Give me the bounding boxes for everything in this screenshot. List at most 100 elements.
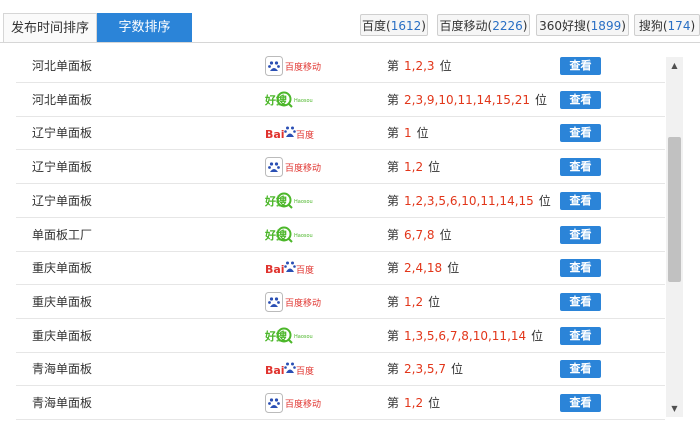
rank-suffix: 位 [439,59,452,73]
rank-suffix: 位 [451,362,464,377]
tab-publish-time-sort[interactable]: 发布时间排序 [3,13,97,42]
view-button[interactable]: 查看 [560,158,601,177]
rank-prefix: 第 [387,261,400,276]
rank-suffix: 位 [416,126,429,141]
engine-tab-baidu[interactable]: 百度(1612) [360,14,428,36]
rank-prefix: 第 [387,59,400,73]
rank-prefix: 第 [387,294,400,309]
keyword-label: 河北单面板 [32,92,93,107]
sort-tab-bar: 发布时间排序 字数排序 百度(1612) 百度移动(2226) 360好搜(18… [0,0,700,43]
rank-positions: 1,2,3,5,6,10,11,14,15 [404,193,534,208]
view-button[interactable]: 查看 [560,225,601,244]
rank-prefix: 第 [387,227,400,242]
baidu-logo-du: 百度 [296,365,314,377]
rank-text: 第 2,4,18 位 [387,251,459,285]
rank-suffix: 位 [534,92,547,107]
haosou-logo-subtext: Haosou [294,98,313,104]
engine-tab-baidu-mobile[interactable]: 百度移动(2226) [437,14,530,36]
baidu-logo-icon: Bai 百度 [265,126,314,141]
view-button[interactable]: 查看 [560,124,601,143]
table-row: 河北单面板 百度移动 第 1,2,3 位 查看 [16,49,665,83]
rank-positions: 1,2 [404,396,424,410]
baidu-mobile-logo-icon: 百度移动 [265,56,321,76]
haosou-logo-icon: 好搜 Haosou [265,192,313,209]
table-row: 重庆单面板 好搜 Haosou 第 1,3,5,6,7,8,10,11,14 位 查看 [16,319,665,353]
keyword-label: 辽宁单面板 [32,160,93,175]
keyword-label: 辽宁单面板 [32,193,93,208]
table-row: 重庆单面板 百度移动 第 1,2 位 查看 [16,285,665,319]
baidu-mobile-logo-text: 百度移动 [285,162,321,174]
rank-text: 第 1,2,3,5,6,10,11,14,15 位 [387,184,551,218]
rank-positions: 1,2 [404,160,424,175]
rank-text: 第 1,3,5,6,7,8,10,11,14 位 [387,319,543,353]
tab-word-count-sort[interactable]: 字数排序 [97,13,192,42]
rank-suffix: 位 [428,160,441,175]
rank-positions: 2,3,5,7 [404,362,446,377]
view-button[interactable]: 查看 [560,394,601,412]
haosou-logo-icon: 好搜 Haosou [265,226,313,243]
rank-text: 第 1,2 位 [387,386,440,420]
rank-suffix: 位 [447,261,460,276]
haosou-logo-subtext: Haosou [294,334,313,340]
rank-prefix: 第 [387,328,400,343]
view-button[interactable]: 查看 [560,57,601,75]
rank-prefix: 第 [387,126,400,141]
view-button[interactable]: 查看 [560,90,601,109]
table-row: 青海单面板 百度移动 第 1,2 位 查看 [16,386,665,420]
baidu-mobile-logo-text: 百度移动 [285,398,321,410]
rank-suffix: 位 [538,193,551,208]
rank-suffix: 位 [531,328,544,343]
engine-tab-360-haosou[interactable]: 360好搜(1899) [536,14,629,36]
rank-positions: 2,3,9,10,11,14,15,21 [404,92,530,107]
baidu-logo-bai: Bai [265,364,285,377]
rank-text: 第 1,2,3 位 [387,49,452,83]
rank-suffix: 位 [428,396,441,410]
engine-label: 百度 [362,19,387,33]
engine-count: 1899 [590,19,622,33]
rank-positions: 1,3,5,6,7,8,10,11,14 [404,328,527,343]
table-row: 青海单面板 Bai 百度 第 2,3,5,7 位 查看 [16,352,665,387]
engine-count: 174 [667,19,691,33]
haosou-logo-icon: 好搜 Haosou [265,91,313,108]
rank-prefix: 第 [387,160,400,175]
engine-count: 2226 [492,19,523,33]
baidu-mobile-logo-text: 百度移动 [285,297,321,309]
table-row: 河北单面板 好搜 Haosou 第 2,3,9,10,11,14,15,21 位查看 [16,83,665,117]
keyword-label: 青海单面板 [32,396,93,410]
rank-prefix: 第 [387,362,400,377]
keyword-label: 重庆单面板 [32,328,93,343]
keyword-label: 重庆单面板 [32,294,93,309]
view-button[interactable]: 查看 [560,360,601,379]
haosou-logo-subtext: Haosou [294,233,313,239]
keyword-label: 重庆单面板 [32,261,93,276]
rank-positions: 6,7,8 [404,227,435,242]
baidu-logo-icon: Bai 百度 [265,261,314,276]
baidu-mobile-logo-icon: 百度移动 [265,157,321,178]
engine-label: 360好搜 [539,19,586,33]
scrollbar-thumb[interactable] [668,137,681,282]
engine-label: 搜狗 [638,19,663,33]
rank-text: 第 6,7,8 位 [387,218,452,252]
rank-positions: 1 [404,126,412,141]
keyword-label: 辽宁单面板 [32,126,93,141]
haosou-logo-subtext: Haosou [294,199,313,205]
engine-tab-sogou[interactable]: 搜狗(174) [634,14,700,36]
scroll-up-arrow-icon[interactable]: ▲ [666,57,683,74]
scrollbar[interactable]: ▲ ▼ [666,57,683,417]
keyword-label: 单面板工厂 [32,227,93,242]
table-row: 辽宁单面板 Bai 百度 第 1 位 查看 [16,116,665,151]
table-row: 重庆单面板 Bai 百度 第 2,4,18 位 查看 [16,251,665,286]
baidu-mobile-logo-text: 百度移动 [285,61,321,73]
engine-label: 百度移动 [439,19,488,33]
rank-text: 第 1,2 位 [387,150,440,184]
view-button[interactable]: 查看 [560,326,601,345]
view-button[interactable]: 查看 [560,191,601,210]
baidu-logo-icon: Bai 百度 [265,362,314,377]
scroll-down-arrow-icon[interactable]: ▼ [666,400,683,417]
rank-positions: 1,2 [404,294,424,309]
view-button[interactable]: 查看 [560,259,601,278]
view-button[interactable]: 查看 [560,292,601,311]
keyword-label: 河北单面板 [32,59,93,73]
rank-prefix: 第 [387,193,400,208]
baidu-mobile-logo-icon: 百度移动 [265,393,321,413]
